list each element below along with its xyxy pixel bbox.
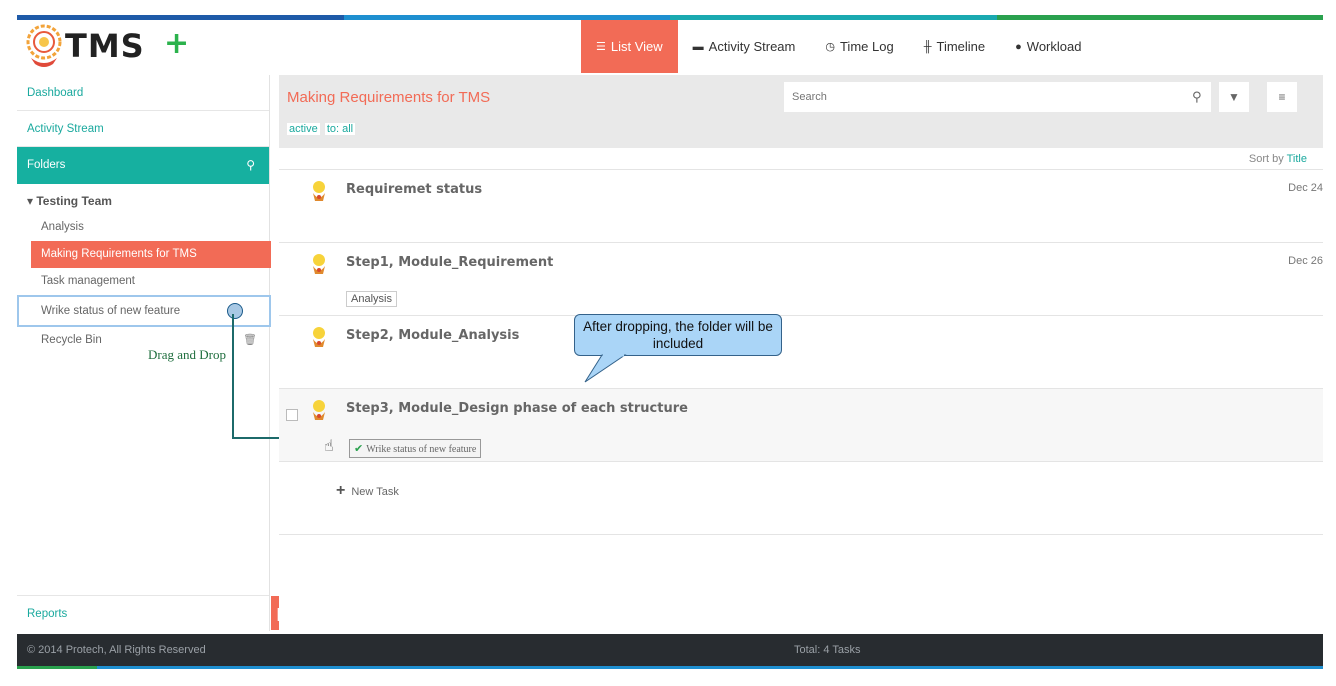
- task-avatar-icon: [313, 327, 325, 347]
- task-title[interactable]: Requiremet status: [346, 182, 482, 197]
- copyright: © 2014 Protech, All Rights Reserved: [27, 644, 206, 656]
- task-row[interactable]: Step2, Module_Analysis: [279, 316, 1323, 389]
- task-row[interactable]: Step3, Module_Design phase of each struc…: [279, 389, 1323, 462]
- task-avatar-icon: [313, 400, 325, 420]
- new-task-button[interactable]: + New Task: [336, 482, 399, 500]
- plus-icon: +: [336, 482, 346, 499]
- task-title[interactable]: Step3, Module_Design phase of each struc…: [346, 401, 688, 416]
- check-circle-icon: ✔: [354, 443, 364, 455]
- search-input[interactable]: [784, 82, 1211, 112]
- sort-field-link[interactable]: Title: [1287, 153, 1307, 165]
- footer: © 2014 Protech, All Rights Reserved Tota…: [17, 634, 1323, 666]
- main-header: Making Requirements for TMS active to: a…: [279, 75, 1323, 148]
- filter-icon: ▼: [1228, 90, 1240, 104]
- task-total: Total: 4 Tasks: [794, 644, 861, 656]
- filter-active[interactable]: active: [287, 123, 320, 135]
- task-avatar-icon: [313, 254, 325, 274]
- sort-row: Sort by Title: [279, 148, 1323, 170]
- filter-button[interactable]: ▼: [1219, 82, 1249, 112]
- hand-cursor-icon: ☝: [324, 438, 334, 455]
- task-row[interactable]: Requiremet status Dec 24: [279, 170, 1323, 243]
- task-row[interactable]: Step1, Module_Requirement Dec 26 Analysi…: [279, 243, 1323, 316]
- active-filters: active to: all: [287, 123, 357, 135]
- new-task-row: + New Task: [279, 462, 1323, 535]
- drop-callout: After dropping, the folder will be inclu…: [574, 314, 782, 356]
- task-title[interactable]: Step2, Module_Analysis: [346, 328, 519, 343]
- page-title: Making Requirements for TMS: [287, 89, 491, 106]
- menu-button[interactable]: ≡: [1267, 82, 1297, 112]
- task-title[interactable]: Step1, Module_Requirement: [346, 255, 553, 270]
- task-folder-tag-dropped[interactable]: ✔ Wrike status of new feature: [349, 439, 482, 458]
- callout-pointer: [584, 354, 627, 383]
- task-avatar-icon: [313, 181, 325, 201]
- menu-icon: ≡: [1278, 90, 1286, 104]
- footer-color-stripe: [17, 666, 1323, 669]
- task-folder-tag[interactable]: Analysis: [346, 291, 397, 307]
- search-icon[interactable]: ⚲: [1192, 89, 1202, 105]
- task-checkbox[interactable]: [286, 409, 298, 421]
- task-date: Dec 24: [1288, 182, 1323, 194]
- task-date: Dec 26: [1288, 255, 1323, 267]
- filter-to-all[interactable]: to: all: [324, 123, 356, 135]
- main-panel: Making Requirements for TMS active to: a…: [279, 75, 1323, 631]
